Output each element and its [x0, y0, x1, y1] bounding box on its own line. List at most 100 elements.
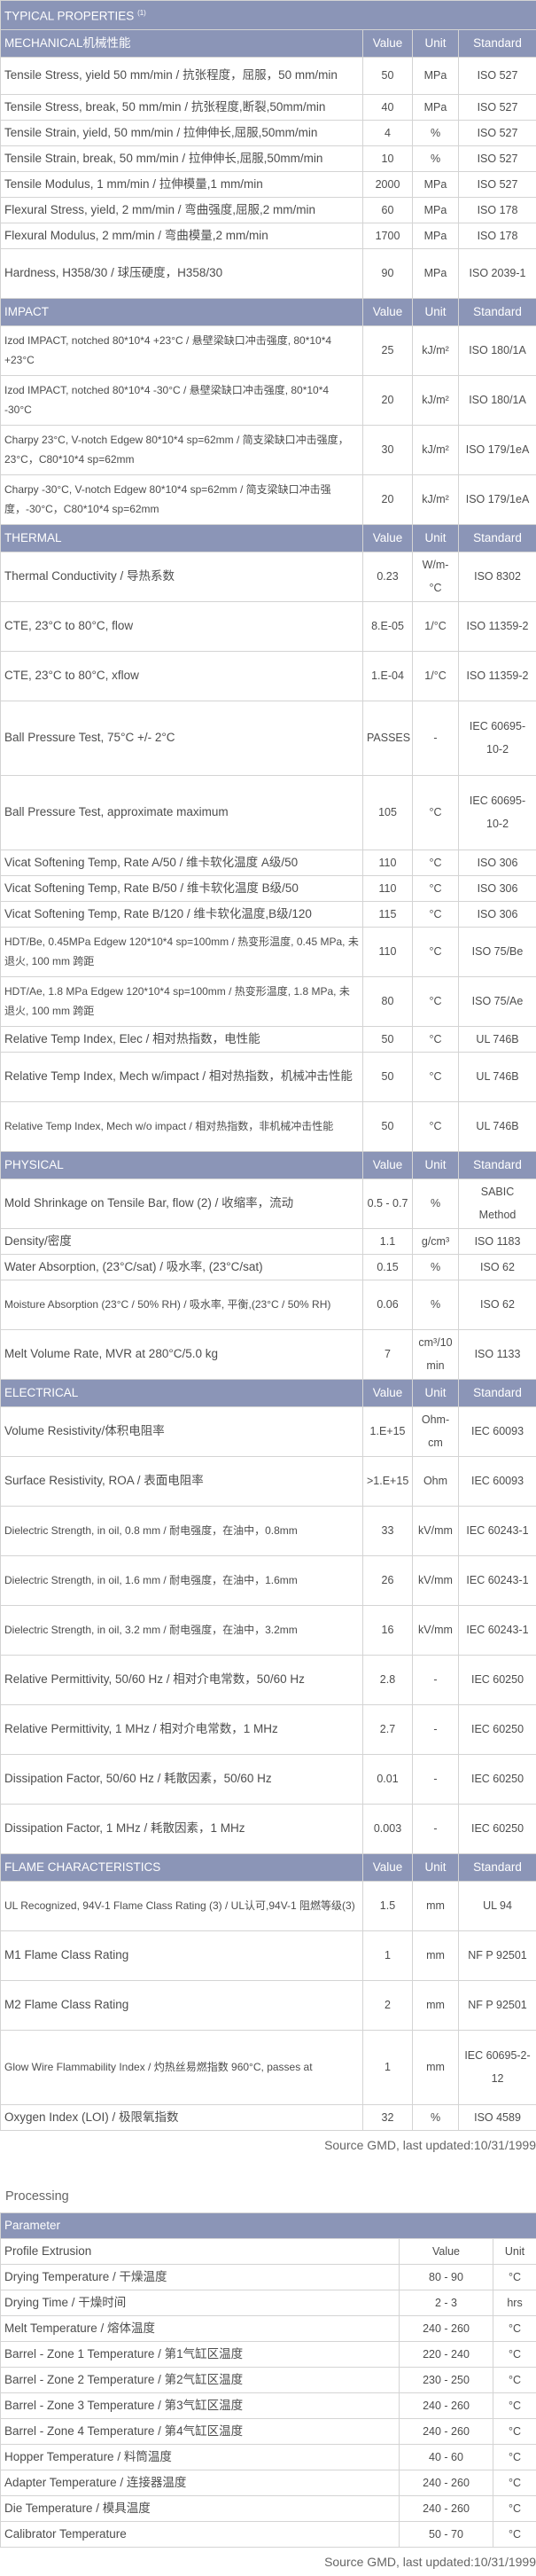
- property-row: UL Recognized, 94V-1 Flame Class Rating …: [1, 1881, 536, 1930]
- property-unit: MPa: [413, 248, 459, 298]
- section-column-header-standard: Standard: [459, 524, 536, 552]
- property-value: 50: [363, 1026, 413, 1052]
- property-name: Vicat Softening Temp, Rate A/50 / 维卡软化温度…: [1, 850, 363, 875]
- property-name: Charpy -30°C, V-notch Edgew 80*10*4 sp=6…: [1, 474, 363, 524]
- property-row: Dielectric Strength, in oil, 1.6 mm / 耐电…: [1, 1555, 536, 1605]
- property-row: Tensile Stress, break, 50 mm/min / 抗张程度,…: [1, 94, 536, 120]
- property-row: CTE, 23°C to 80°C, flow8.E-051/°CISO 113…: [1, 601, 536, 651]
- property-unit: mm: [413, 2030, 459, 2104]
- property-unit: %: [413, 145, 459, 171]
- properties-source-note: Source GMD, last updated:10/31/1999: [0, 2131, 536, 2159]
- property-name: Surface Resistivity, ROA / 表面电阻率: [1, 1456, 363, 1506]
- property-value: 1700: [363, 223, 413, 248]
- property-value: 8.E-05: [363, 601, 413, 651]
- property-row: Dielectric Strength, in oil, 3.2 mm / 耐电…: [1, 1605, 536, 1655]
- section-column-header-standard: Standard: [459, 1379, 536, 1406]
- property-row: Moisture Absorption (23°C / 50% RH) / 吸水…: [1, 1280, 536, 1329]
- property-standard: ISO 178: [459, 223, 536, 248]
- property-value: 110: [363, 927, 413, 976]
- property-row: Tensile Strain, break, 50 mm/min / 拉伸伸长,…: [1, 145, 536, 171]
- section-column-header-value: Value: [363, 1379, 413, 1406]
- property-standard: IEC 60243-1: [459, 1605, 536, 1655]
- property-row: Vicat Softening Temp, Rate A/50 / 维卡软化温度…: [1, 850, 536, 875]
- property-standard: NF P 92501: [459, 1930, 536, 1980]
- property-standard: ISO 527: [459, 145, 536, 171]
- property-name: Dielectric Strength, in oil, 0.8 mm / 耐电…: [1, 1506, 363, 1555]
- processing-row: Adapter Temperature / 连接器温度240 - 260°C: [1, 2470, 536, 2495]
- property-name: Ball Pressure Test, 75°C +/- 2°C: [1, 701, 363, 775]
- property-standard: ISO 62: [459, 1254, 536, 1280]
- property-standard: IEC 60250: [459, 1655, 536, 1704]
- property-name: Hardness, H358/30 / 球压硬度，H358/30: [1, 248, 363, 298]
- property-standard: UL 746B: [459, 1052, 536, 1101]
- property-standard: IEC 60250: [459, 1754, 536, 1804]
- property-standard: IEC 60250: [459, 1704, 536, 1754]
- property-unit: °C: [413, 927, 459, 976]
- property-row: Ball Pressure Test, approximate maximum1…: [1, 775, 536, 850]
- property-value: 1.5: [363, 1881, 413, 1930]
- property-value: 16: [363, 1605, 413, 1655]
- section-column-header-standard: Standard: [459, 1151, 536, 1178]
- property-row: Water Absorption, (23°C/sat) / 吸水率, (23°…: [1, 1254, 536, 1280]
- property-standard: ISO 75/Be: [459, 927, 536, 976]
- section-column-header-value: Value: [363, 298, 413, 325]
- processing-unit: °C: [493, 2418, 536, 2444]
- property-standard: UL 746B: [459, 1026, 536, 1052]
- property-row: Oxygen Index (LOI) / 极限氧指数32%ISO 4589: [1, 2104, 536, 2130]
- property-name: Tensile Stress, yield 50 mm/min / 抗张程度，屈…: [1, 57, 363, 94]
- property-row: M1 Flame Class Rating1mmNF P 92501: [1, 1930, 536, 1980]
- property-value: 0.06: [363, 1280, 413, 1329]
- property-name: Oxygen Index (LOI) / 极限氧指数: [1, 2104, 363, 2130]
- processing-unit: °C: [493, 2315, 536, 2341]
- processing-value: 240 - 260: [400, 2495, 493, 2521]
- property-name: Vicat Softening Temp, Rate B/50 / 维卡软化温度…: [1, 875, 363, 901]
- property-unit: °C: [413, 875, 459, 901]
- processing-row: Calibrator Temperature50 - 70°C: [1, 2521, 536, 2547]
- processing-value: 240 - 260: [400, 2315, 493, 2341]
- property-row: Relative Permittivity, 50/60 Hz / 相对介电常数…: [1, 1655, 536, 1704]
- processing-parameter-name: Calibrator Temperature: [1, 2521, 400, 2547]
- property-row: Relative Temp Index, Mech w/o impact / 相…: [1, 1101, 536, 1151]
- processing-value: 220 - 240: [400, 2341, 493, 2367]
- property-standard: UL 94: [459, 1881, 536, 1930]
- property-row: Charpy -30°C, V-notch Edgew 80*10*4 sp=6…: [1, 474, 536, 524]
- property-value: 50: [363, 57, 413, 94]
- property-unit: kV/mm: [413, 1555, 459, 1605]
- property-unit: kJ/m²: [413, 425, 459, 474]
- property-row: Surface Resistivity, ROA / 表面电阻率>1.E+15O…: [1, 1456, 536, 1506]
- property-name: M2 Flame Class Rating: [1, 1980, 363, 2030]
- section-header-row: IMPACTValueUnitStandard: [1, 298, 536, 325]
- section-column-header-value: Value: [363, 1151, 413, 1178]
- property-unit: -: [413, 1704, 459, 1754]
- processing-row: Melt Temperature / 熔体温度240 - 260°C: [1, 2315, 536, 2341]
- property-row: Flexural Modulus, 2 mm/min / 弯曲模量,2 mm/m…: [1, 223, 536, 248]
- property-value: 20: [363, 375, 413, 425]
- property-value: PASSES: [363, 701, 413, 775]
- property-name: Izod IMPACT, notched 80*10*4 +23°C / 悬壁梁…: [1, 325, 363, 375]
- property-value: 0.5 - 0.7: [363, 1178, 413, 1228]
- properties-table: TYPICAL PROPERTIES (1) MECHANICAL机械性能Val…: [0, 0, 536, 2131]
- section-title: IMPACT: [1, 298, 363, 325]
- property-unit: °C: [413, 976, 459, 1026]
- property-standard: ISO 527: [459, 57, 536, 94]
- property-name: Dielectric Strength, in oil, 3.2 mm / 耐电…: [1, 1605, 363, 1655]
- property-unit: mm: [413, 1881, 459, 1930]
- processing-row: Barrel - Zone 4 Temperature / 第4气缸区温度240…: [1, 2418, 536, 2444]
- property-value: 2.8: [363, 1655, 413, 1704]
- property-value: 1: [363, 1930, 413, 1980]
- property-row: M2 Flame Class Rating2mmNF P 92501: [1, 1980, 536, 2030]
- property-unit: Ohm-cm: [413, 1406, 459, 1456]
- property-name: Relative Temp Index, Elec / 相对热指数，电性能: [1, 1026, 363, 1052]
- property-standard: ISO 180/1A: [459, 325, 536, 375]
- property-standard: ISO 1183: [459, 1228, 536, 1254]
- property-value: 0.003: [363, 1804, 413, 1853]
- processing-value: 50 - 70: [400, 2521, 493, 2547]
- property-standard: ISO 180/1A: [459, 375, 536, 425]
- property-unit: cm³/10 min: [413, 1329, 459, 1379]
- property-unit: MPa: [413, 197, 459, 223]
- processing-unit: hrs: [493, 2290, 536, 2315]
- processing-section-label: Profile Extrusion: [1, 2238, 400, 2264]
- property-value: 110: [363, 850, 413, 875]
- property-unit: g/cm³: [413, 1228, 459, 1254]
- processing-parameter-name: Barrel - Zone 4 Temperature / 第4气缸区温度: [1, 2418, 400, 2444]
